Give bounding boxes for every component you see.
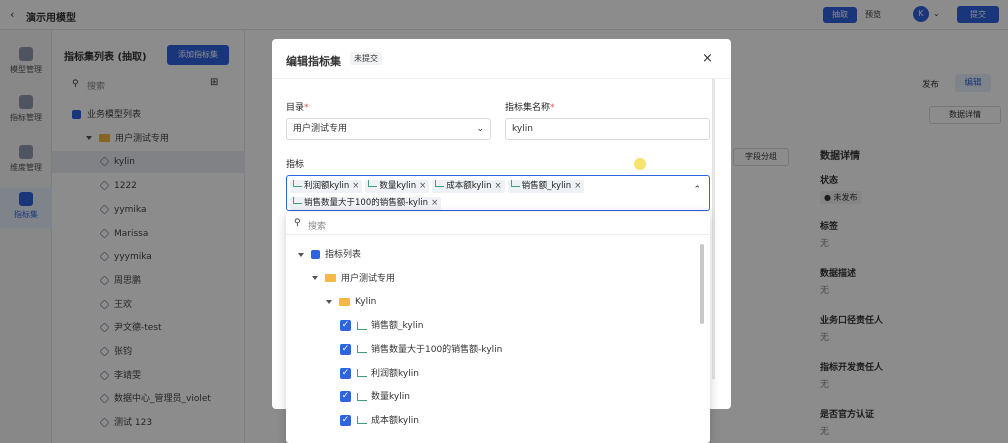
checkbox-checked[interactable]: ✓ <box>340 414 351 426</box>
close-icon[interactable]: × <box>574 181 581 191</box>
metric-icon <box>357 369 367 377</box>
caret-down-icon[interactable] <box>326 299 332 304</box>
dir-label: 目录* <box>286 103 309 113</box>
metric-chip: 销售数量大于100的销售额-kylin × <box>290 197 442 210</box>
chart-icon <box>293 197 302 204</box>
cursor-indicator <box>634 158 646 170</box>
close-icon[interactable]: × <box>702 51 713 66</box>
metric-icon <box>357 345 367 354</box>
name-label: 指标集名称* <box>505 103 555 113</box>
dropdown-tree-item[interactable]: ✓ 销售数量大于100的销售额-kylin <box>340 339 502 361</box>
caret-down-icon[interactable] <box>298 252 304 257</box>
dir-select[interactable]: 用户测试专用 ⌄ <box>286 118 491 140</box>
checkbox-checked[interactable]: ✓ <box>340 391 351 403</box>
dropdown-tree-item[interactable]: 指标列表 <box>298 244 361 266</box>
modal-status-badge: 未提交 <box>350 52 382 65</box>
dropdown-tree-item[interactable]: 用户测试专用 <box>312 268 395 290</box>
dropdown-tree-item[interactable]: ✓ 利润额kylin <box>340 363 419 385</box>
dropdown-scrollbar[interactable] <box>700 244 704 324</box>
chevron-down-icon: ⌄ <box>476 124 484 134</box>
chart-icon <box>293 180 302 187</box>
name-field[interactable]: kylin <box>505 118 710 140</box>
dropdown-search-input[interactable]: 搜索 <box>308 219 326 232</box>
dropdown-tree-item[interactable]: ✓ 数量kylin <box>340 386 410 408</box>
metric-label: 指标 <box>286 160 305 170</box>
chart-icon <box>435 180 445 187</box>
dropdown-tree-item[interactable]: ✓ 成本额kylin <box>340 410 419 432</box>
metric-icon <box>357 392 367 401</box>
folder-icon <box>325 274 336 283</box>
chart-icon <box>368 180 378 187</box>
modal-divider <box>272 78 731 79</box>
chip-list: 利润额kylin × 数量kylin × 成本额kylin × 销售额_kylin × 销售数量… <box>290 178 680 212</box>
metric-chip: 成本额kylin × <box>432 180 505 193</box>
close-icon[interactable]: × <box>431 198 438 208</box>
metric-chip: 数量kylin × <box>365 180 430 193</box>
metric-multiselect[interactable]: 利润额kylin × 数量kylin × 成本额kylin × 销售额_kylin × 销售数量… <box>286 175 710 211</box>
metric-icon <box>357 416 367 425</box>
checkbox-checked[interactable]: ✓ <box>340 343 351 355</box>
modal-scrollbar[interactable] <box>712 79 715 379</box>
checkbox-checked[interactable]: ✓ <box>340 320 351 332</box>
folder-icon <box>339 297 350 306</box>
metric-chip: 销售额_kylin × <box>507 180 585 193</box>
close-icon[interactable]: × <box>495 181 502 191</box>
checkbox-checked[interactable]: ✓ <box>340 367 351 379</box>
close-icon[interactable]: × <box>419 181 426 191</box>
chart-icon <box>510 180 520 187</box>
modal-title: 编辑指标集 <box>286 55 341 68</box>
grid-icon <box>311 250 320 259</box>
chevron-up-icon[interactable]: ⌃ <box>693 185 701 195</box>
dropdown-tree-item[interactable]: ✓ 销售额_kylin <box>340 315 423 337</box>
close-icon[interactable]: × <box>352 181 359 191</box>
search-icon: ⚲ <box>294 218 301 228</box>
metric-dropdown: ⚲ 搜索 指标列表 用户测试专用 Kylin ✓ 销售额_kylin ✓ 销售数量大于100… <box>286 212 710 443</box>
dropdown-tree-item[interactable]: Kylin <box>326 291 376 313</box>
metric-chip: 利润额kylin × <box>290 180 363 193</box>
caret-down-icon[interactable] <box>312 276 318 281</box>
dropdown-divider <box>286 234 710 235</box>
metric-icon <box>357 321 367 330</box>
